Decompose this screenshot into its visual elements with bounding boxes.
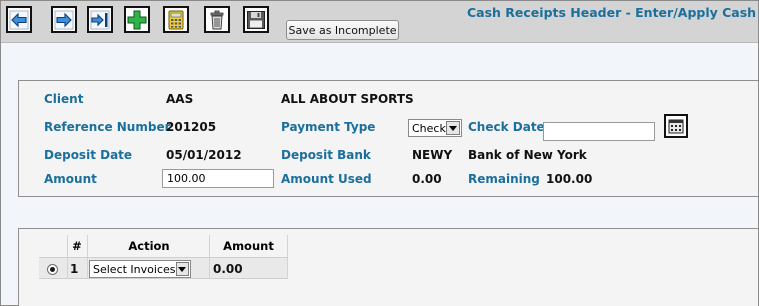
back-button[interactable] [6,6,32,33]
reference-number-value: 201205 [166,120,217,134]
column-divider [67,235,68,279]
remaining-label: Remaining [468,172,540,186]
remaining-value: 100.00 [546,172,593,186]
deposit-bank-label: Deposit Bank [281,148,371,162]
check-date-input[interactable] [543,122,655,141]
row-number: 1 [70,262,79,276]
row-amount: 0.00 [213,262,243,276]
client-code: AAS [166,92,194,106]
client-name: ALL ABOUT SPORTS [281,92,414,106]
toolbar: Save as Incomplete Cash Receipts Header … [1,1,758,43]
cash-receipt-header-panel: Client AAS ALL ABOUT SPORTS Reference Nu… [18,80,758,197]
chevron-down-icon [175,262,189,276]
add-button[interactable] [124,6,150,33]
forward-button[interactable] [51,6,77,33]
deposit-date-value: 05/01/2012 [166,148,242,162]
deposit-bank-name: Bank of New York [468,148,587,162]
delete-button[interactable] [204,6,230,33]
row-select-radio[interactable] [47,264,58,275]
save-button[interactable] [243,6,269,33]
column-header-action: Action [128,238,170,253]
column-divider [209,235,210,279]
calendar-icon [668,119,684,134]
column-divider [87,235,88,279]
calculator-button[interactable] [163,6,189,33]
deposit-date-label: Deposit Date [44,148,133,162]
plus-icon [127,10,147,29]
deposit-bank-code: NEWY [412,148,453,162]
column-header-number: # [72,238,82,253]
client-label: Client [44,92,84,106]
apply-cash-table: # Action Amount 1 Select Invoices 0.00 [39,235,288,279]
amount-input[interactable] [162,169,274,188]
check-date-label: Check Date [468,120,545,134]
arrow-into-icon [90,10,110,29]
radio-selected-dot [50,267,55,272]
amount-used-value: 0.00 [412,172,442,186]
arrow-left-icon [9,10,29,29]
payment-type-select[interactable]: Check [408,119,462,137]
amount-used-label: Amount Used [281,172,372,186]
row-action-value: Select Invoices [93,262,176,276]
row-action-select[interactable]: Select Invoices [89,260,191,278]
payment-type-label: Payment Type [281,120,376,134]
save-as-incomplete-button[interactable]: Save as Incomplete [286,20,399,40]
trash-icon [210,10,224,29]
floppy-disk-icon [247,10,265,29]
reference-number-label: Reference Number [44,120,171,134]
table-row: 1 Select Invoices 0.00 [39,257,288,279]
chevron-down-icon [445,121,460,135]
column-header-amount: Amount [223,238,274,253]
calendar-button[interactable] [664,114,688,138]
page-title: Cash Receipts Header - Enter/Apply Cash [467,5,757,20]
apply-button[interactable] [87,6,113,33]
calculator-icon [168,10,184,29]
arrow-right-icon [54,10,74,29]
apply-cash-grid-panel: # Action Amount 1 Select Invoices 0.00 [18,228,758,306]
payment-type-value: Check [412,121,446,135]
column-divider [287,235,288,279]
amount-label: Amount [44,172,97,186]
